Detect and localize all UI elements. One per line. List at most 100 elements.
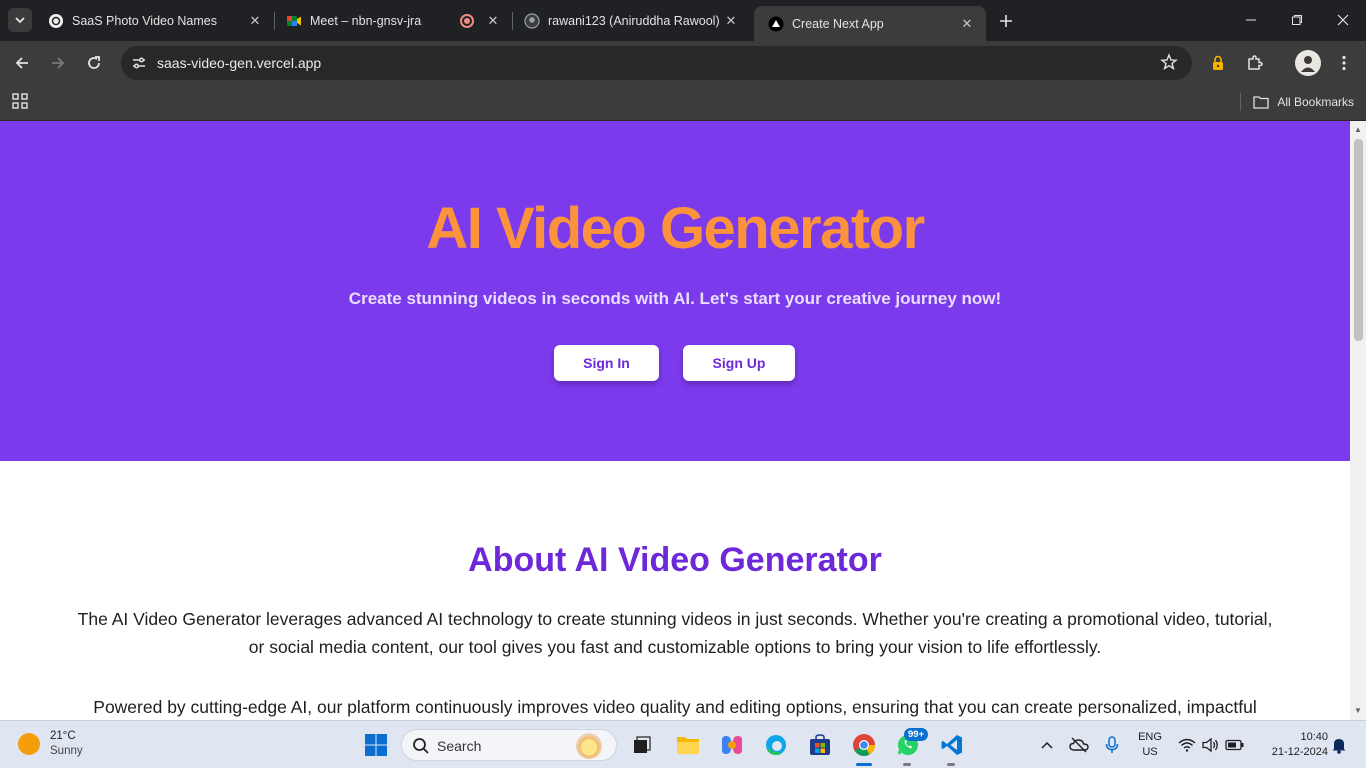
close-tab-icon[interactable]: ✕ xyxy=(958,15,976,33)
vscode-icon xyxy=(941,735,962,755)
avatar-icon xyxy=(1301,56,1315,72)
profile-avatar[interactable] xyxy=(1295,50,1321,76)
show-hidden-icons-button[interactable] xyxy=(1036,730,1058,760)
tab-title: SaaS Photo Video Names xyxy=(72,13,218,28)
minimize-icon xyxy=(1246,19,1256,21)
taskbar-search[interactable]: Search xyxy=(401,729,617,761)
edge-button[interactable] xyxy=(761,730,791,760)
tab-meet[interactable]: Meet – nbn-gnsv-jra ✕ xyxy=(272,5,512,36)
vscode-button[interactable] xyxy=(937,730,967,760)
weather-widget[interactable]: 21°C Sunny xyxy=(18,729,83,759)
search-label: Search xyxy=(437,738,482,754)
clock-date: 21-12-2024 xyxy=(1271,746,1328,758)
bookmark-star-icon[interactable] xyxy=(1160,53,1178,76)
scroll-up-arrow[interactable]: ▲ xyxy=(1353,125,1363,135)
browser-toolbar: saas-video-gen.vercel.app xyxy=(0,41,1366,85)
chrome-menu-button[interactable] xyxy=(1332,51,1356,75)
folder-icon xyxy=(1253,96,1269,109)
file-explorer-button[interactable] xyxy=(673,730,703,760)
tab-strip: SaaS Photo Video Names ✕ Meet – nbn-gnsv… xyxy=(0,0,1366,41)
extensions-button[interactable] xyxy=(1243,51,1267,75)
more-vertical-icon xyxy=(1342,55,1346,71)
start-button[interactable] xyxy=(361,730,391,760)
close-icon xyxy=(1337,14,1349,26)
arrow-right-icon xyxy=(52,57,65,69)
close-tab-icon[interactable]: ✕ xyxy=(722,12,740,30)
scrollbar-thumb[interactable] xyxy=(1354,139,1363,341)
battery-icon xyxy=(1225,739,1244,751)
reload-icon xyxy=(88,56,100,69)
new-tab-button[interactable] xyxy=(994,9,1018,33)
microphone-icon xyxy=(1105,736,1119,753)
sign-up-button[interactable]: Sign Up xyxy=(683,345,795,381)
back-button[interactable] xyxy=(10,51,34,75)
about-title: About AI Video Generator xyxy=(468,541,882,579)
clock[interactable]: 10:40 21-12-2024 xyxy=(1256,730,1328,760)
close-tab-icon[interactable]: ✕ xyxy=(246,12,264,30)
bell-icon xyxy=(1332,739,1346,754)
tab-saas-photo[interactable]: SaaS Photo Video Names ✕ xyxy=(34,5,274,36)
chevron-up-icon xyxy=(1041,741,1053,749)
cloud-off-icon xyxy=(1069,737,1089,753)
scroll-down-arrow[interactable]: ▼ xyxy=(1353,706,1363,716)
clock-time: 10:40 xyxy=(1300,731,1328,743)
battery-button[interactable] xyxy=(1224,730,1246,760)
restore-button[interactable] xyxy=(1274,0,1320,40)
wifi-button[interactable] xyxy=(1176,730,1198,760)
minimize-button[interactable] xyxy=(1228,0,1274,40)
tab-github[interactable]: rawani123 (Aniruddha Rawool) ✕ xyxy=(510,5,750,36)
sign-in-button[interactable]: Sign In xyxy=(554,345,659,381)
task-view-button[interactable] xyxy=(627,730,657,760)
speaker-icon xyxy=(1202,737,1218,753)
bookmarks-bar: All Bookmarks xyxy=(0,85,1366,121)
page-scrollbar[interactable]: ▲ ▼ xyxy=(1350,121,1366,720)
google-meet-icon xyxy=(286,13,302,29)
plus-icon xyxy=(1000,15,1012,27)
volume-button[interactable] xyxy=(1200,730,1222,760)
store-button[interactable] xyxy=(805,730,835,760)
language-indicator[interactable]: ENG US xyxy=(1132,730,1168,760)
close-tab-icon[interactable]: ✕ xyxy=(484,12,502,30)
notifications-button[interactable] xyxy=(1328,730,1350,760)
tab-title: Meet – nbn-gnsv-jra xyxy=(310,13,422,28)
tab-title: rawani123 (Aniruddha Rawool) xyxy=(548,13,720,28)
weather-temp: 21°C xyxy=(50,730,76,742)
onedrive-button[interactable] xyxy=(1066,730,1092,760)
close-window-button[interactable] xyxy=(1320,0,1366,40)
web-page: AI Video Generator Create stunning video… xyxy=(0,121,1350,720)
github-icon xyxy=(524,12,540,29)
reload-button[interactable] xyxy=(82,51,106,75)
tab-create-next-app[interactable]: Create Next App ✕ xyxy=(754,6,986,41)
windows-icon xyxy=(365,734,387,756)
chevron-down-icon xyxy=(15,17,25,24)
edge-icon xyxy=(766,735,786,755)
copilot-button[interactable] xyxy=(717,730,747,760)
chrome-taskbar-button[interactable] xyxy=(849,730,879,760)
vercel-icon xyxy=(768,16,784,32)
whatsapp-badge: 99+ xyxy=(904,728,929,741)
apps-grid-icon[interactable] xyxy=(12,93,28,114)
hero-section: AI Video Generator Create stunning video… xyxy=(0,121,1350,461)
tab-search-button[interactable] xyxy=(8,8,32,32)
forward-button[interactable] xyxy=(46,51,70,75)
password-extension-button[interactable] xyxy=(1206,51,1230,75)
chrome-icon xyxy=(853,734,875,756)
all-bookmarks-button[interactable]: All Bookmarks xyxy=(1240,93,1354,111)
search-highlight-icon xyxy=(576,733,602,759)
hero-subtitle: Create stunning videos in seconds with A… xyxy=(348,289,1002,308)
arrow-left-icon xyxy=(15,57,28,69)
folder-icon xyxy=(677,737,699,754)
microphone-button[interactable] xyxy=(1100,730,1124,760)
wifi-icon xyxy=(1178,738,1196,752)
weather-desc: Sunny xyxy=(50,745,83,757)
task-view-icon xyxy=(634,736,651,753)
recording-icon xyxy=(460,13,474,28)
language-code: ENG xyxy=(1138,731,1162,743)
search-icon xyxy=(412,737,430,760)
site-info-icon[interactable] xyxy=(127,51,151,75)
url-text: saas-video-gen.vercel.app xyxy=(157,55,322,71)
lock-icon xyxy=(1213,55,1223,70)
address-bar[interactable]: saas-video-gen.vercel.app xyxy=(121,46,1192,80)
restore-icon xyxy=(1292,15,1302,25)
about-paragraph-line: or social media content, our tool gives … xyxy=(248,637,1102,657)
